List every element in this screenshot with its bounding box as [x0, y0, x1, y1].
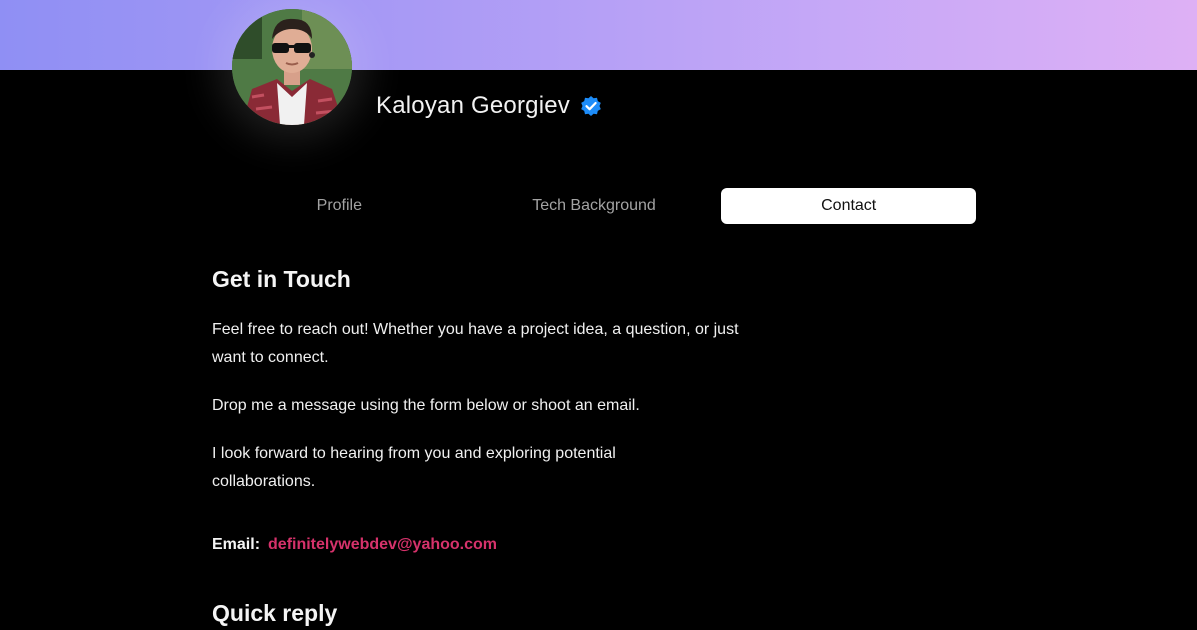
- header-banner: [0, 0, 1197, 70]
- tab-bar: Profile Tech Background Contact: [212, 188, 977, 224]
- quick-reply-heading: Quick reply: [212, 600, 338, 626]
- verified-badge-icon: [580, 95, 602, 117]
- avatar-photo: [232, 9, 352, 125]
- email-row: Email: definitelywebdev@yahoo.com: [212, 536, 497, 554]
- contact-paragraph-outro: I look forward to hearing from you and e…: [212, 445, 616, 490]
- avatar: [232, 9, 352, 125]
- tab-contact[interactable]: Contact: [721, 188, 977, 224]
- email-link[interactable]: definitelywebdev@yahoo.com: [268, 536, 497, 554]
- tab-profile[interactable]: Profile: [212, 188, 467, 224]
- profile-name: Kaloyan Georgiev: [376, 92, 570, 119]
- contact-section: Get in Touch Feel free to reach out! Whe…: [212, 266, 772, 626]
- contact-heading: Get in Touch: [212, 266, 351, 292]
- contact-paragraph-email: Drop me a message using the form below o…: [212, 397, 640, 414]
- profile-header: Kaloyan Georgiev: [376, 92, 602, 120]
- email-label: Email:: [212, 536, 261, 553]
- tab-tech-background[interactable]: Tech Background: [467, 188, 722, 224]
- contact-paragraph-intro: Feel free to reach out! Whether you have…: [212, 321, 739, 366]
